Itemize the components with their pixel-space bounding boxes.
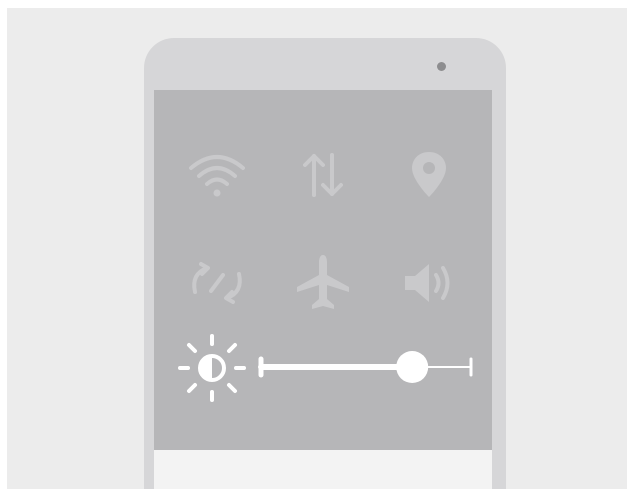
front-camera <box>437 62 446 71</box>
brightness-slider[interactable] <box>258 351 473 383</box>
sound-tile[interactable] <box>394 248 464 318</box>
auto-rotate-icon <box>192 262 242 304</box>
quick-settings-panel <box>154 90 492 450</box>
phone-body <box>144 38 506 489</box>
location-tile[interactable] <box>394 140 464 210</box>
notification-area <box>154 450 492 489</box>
wifi-icon <box>189 155 245 197</box>
slider-thumb[interactable] <box>396 351 429 383</box>
brightness-control <box>164 330 482 420</box>
data-transfer-icon <box>303 153 343 197</box>
mobile-data-tile[interactable] <box>288 140 358 210</box>
brightness-icon[interactable] <box>178 334 246 402</box>
wifi-tile[interactable] <box>182 140 252 210</box>
brightness-slider-graphic <box>178 334 473 402</box>
auto-rotate-tile[interactable] <box>182 248 252 318</box>
illustration-canvas <box>7 8 627 489</box>
location-pin-icon <box>412 152 446 197</box>
airplane-icon <box>297 255 349 309</box>
speaker-icon <box>405 264 450 302</box>
airplane-mode-tile[interactable] <box>288 248 358 318</box>
